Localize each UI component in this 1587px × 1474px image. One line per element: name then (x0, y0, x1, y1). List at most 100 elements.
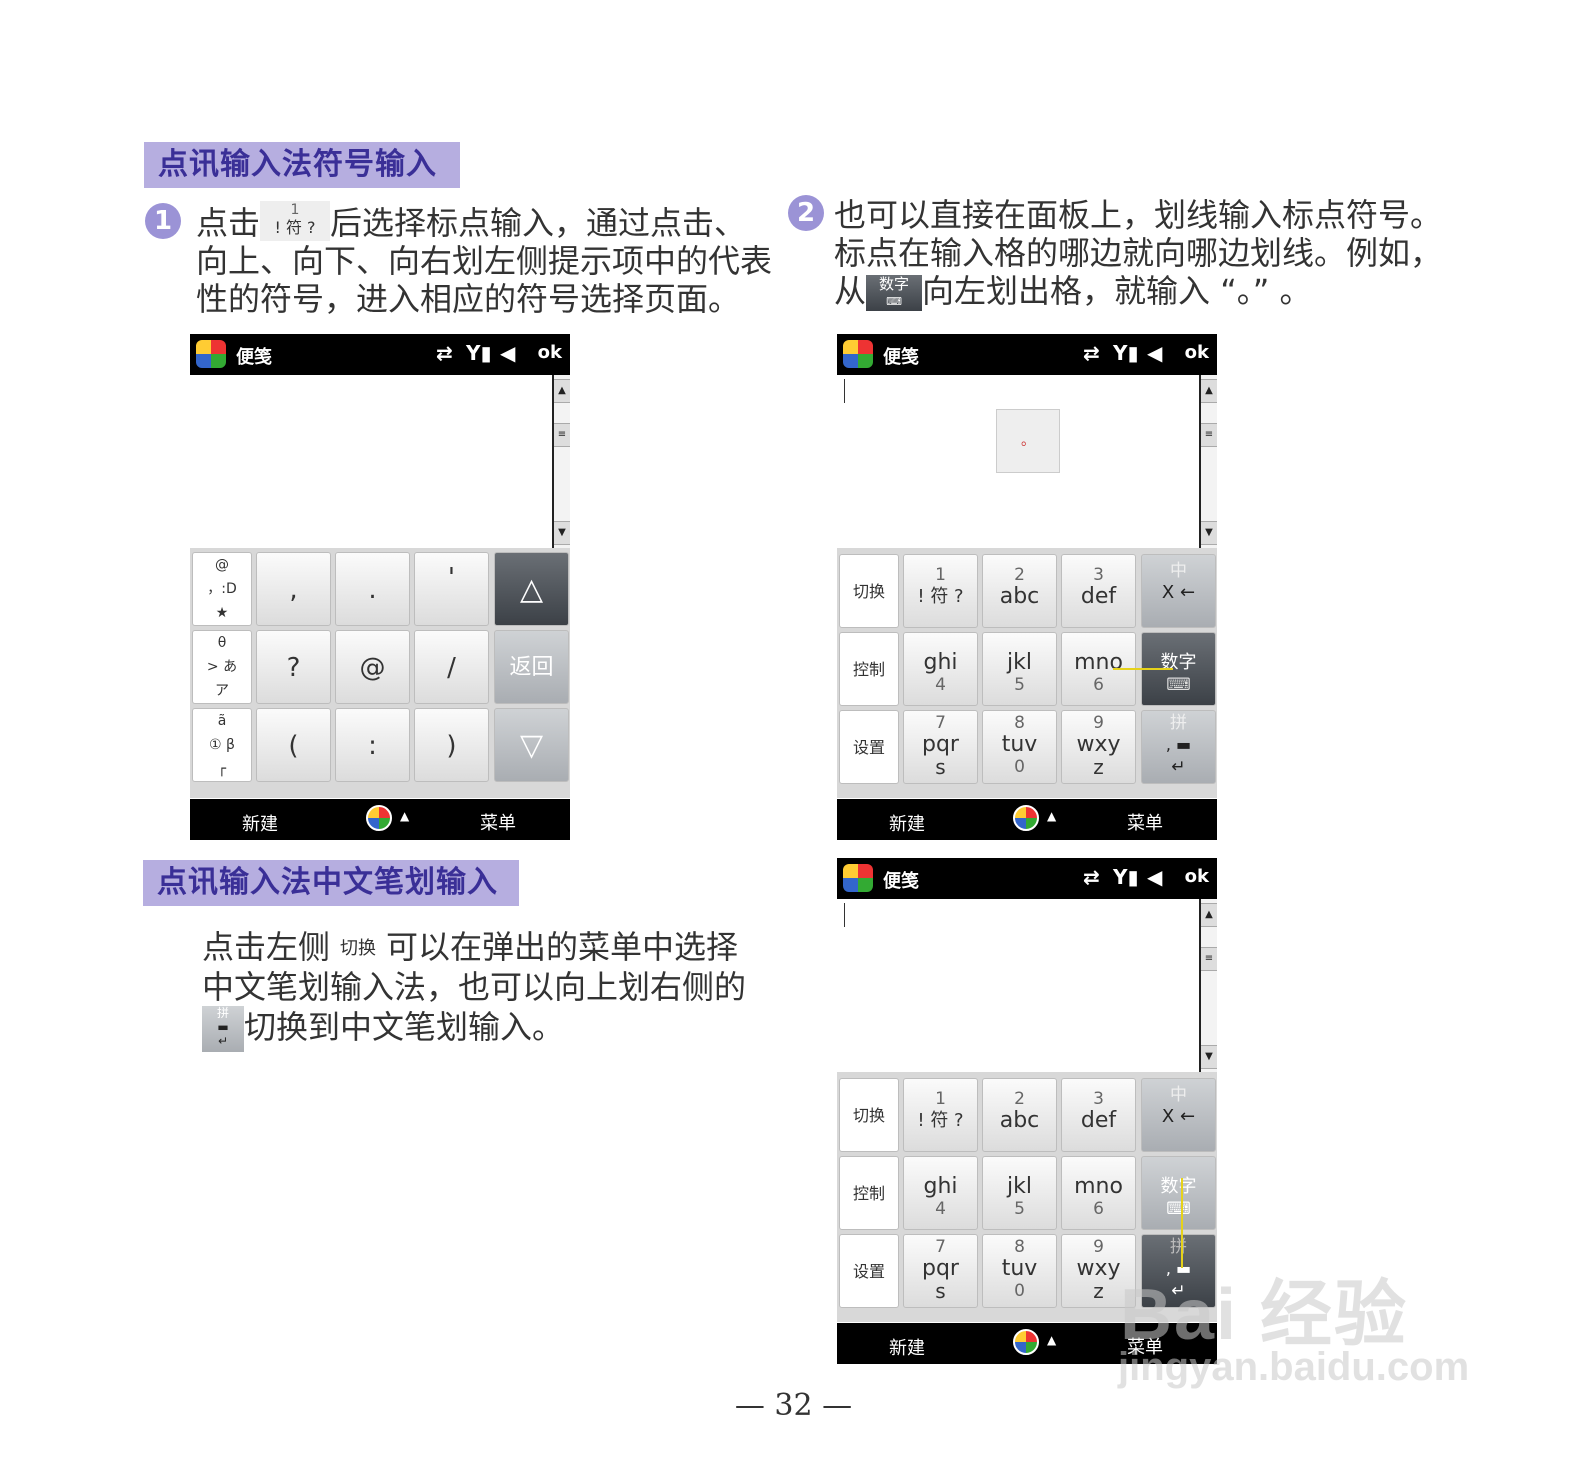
step-2-line3-post: 向左划出格，就输入 “。” 。 (922, 272, 1312, 310)
new-softkey[interactable]: 新建 (889, 1334, 925, 1360)
scroll-thumb[interactable]: ≡ (1201, 947, 1217, 971)
backspace-key[interactable]: 中X ← (1141, 1078, 1216, 1152)
section-2-line3: 切换到中文笔划输入。 (244, 1008, 565, 1046)
speaker-icon[interactable]: ◀︎ (1147, 341, 1162, 365)
windows-start-icon[interactable] (843, 864, 873, 892)
scroll-up-icon[interactable]: ▲ (554, 379, 570, 403)
sync-icon: ⇄ (1083, 865, 1100, 889)
key-1[interactable]: 1! 符 ? (903, 1078, 978, 1152)
title-bar: 便笺 ⇄ Y▮ ◀︎ ok (837, 858, 1217, 899)
menu-softkey[interactable]: 菜单 (1127, 809, 1163, 835)
symbol-key[interactable]: : (335, 708, 410, 782)
key-7[interactable]: 7 pqr s (903, 710, 978, 784)
scroll-thumb[interactable]: ≡ (554, 423, 570, 447)
key-8[interactable]: 8 tuv 0 (982, 710, 1057, 784)
symbol-key[interactable]: , (256, 552, 331, 626)
input-method-icon[interactable] (366, 805, 392, 831)
scroll-up-icon[interactable]: ▲ (1201, 379, 1217, 403)
hint-key-2[interactable]: θ > あア (192, 630, 252, 704)
baidu-watermark-url: jingyan.baidu.com (1118, 1345, 1470, 1389)
symbol-key[interactable]: ( (256, 708, 331, 782)
symbol-keyboard: @ ，:D ★ θ > あア ã① β ┌ , . ' ? @ / ( : ) △ 返回… (190, 548, 570, 798)
page-number: — 32 — (734, 1388, 853, 1423)
key-3[interactable]: 3 def (1061, 1078, 1136, 1152)
hint-key-1[interactable]: @ ，:D ★ (192, 552, 252, 626)
step-1-text: 点击 1! 符 ? 后选择标点输入，通过点击、 向上、向下、向右划左侧提示项中的代表… (196, 201, 776, 318)
scroll-thumb[interactable]: ≡ (1201, 423, 1217, 447)
symbol-key[interactable]: / (414, 630, 489, 704)
symbol-key[interactable]: ? (256, 630, 331, 704)
number-mode-key[interactable]: 数字 ⌨ (1141, 1156, 1216, 1230)
caret-up-icon[interactable]: ▲ (400, 809, 409, 823)
t9-keyboard: 切换 控制 设置 1! 符 ? 2 abc 3 def ghi 4 jkl 5 mno 6… (837, 548, 1217, 798)
section-2-line2: 中文笔划输入法，也可以向上划右侧的 (202, 968, 747, 1006)
settings-button[interactable]: 设置 (839, 1234, 899, 1308)
title-bar: 便笺 ⇄ Y▮ ◀︎ ok (190, 334, 570, 375)
hint-key-3[interactable]: ã① β ┌ (192, 708, 252, 782)
page-up-button[interactable]: △ (494, 552, 569, 626)
windows-start-icon[interactable] (843, 340, 873, 368)
symbol-key[interactable]: . (335, 552, 410, 626)
ok-button[interactable]: ok (1185, 342, 1209, 363)
scrollbar[interactable]: ▲ ≡ ▼ (1199, 899, 1217, 1072)
key-6[interactable]: mno 6 (1061, 1156, 1136, 1230)
page-down-button[interactable]: ▽ (494, 708, 569, 782)
new-softkey[interactable]: 新建 (242, 810, 278, 836)
signal-icon: Y▮ (466, 341, 492, 365)
key-4[interactable]: ghi 4 (903, 1156, 978, 1230)
step-2-line1: 也可以直接在面板上，划线输入标点符号。 (834, 196, 1443, 234)
phone-screenshot-swipe-left: 便笺 ⇄ Y▮ ◀︎ ok 。 ▲ ≡ ▼ 切换 控制 设置 1! 符 ? 2a… (837, 334, 1217, 840)
key-5[interactable]: jkl 5 (982, 1156, 1057, 1230)
control-button[interactable]: 控制 (839, 1156, 899, 1230)
control-button[interactable]: 控制 (839, 632, 899, 706)
step-1-line2: 向上、向下、向右划左侧提示项中的代表 (196, 242, 773, 280)
speaker-icon[interactable]: ◀︎ (500, 341, 515, 365)
settings-button[interactable]: 设置 (839, 710, 899, 784)
windows-start-icon[interactable] (196, 340, 226, 368)
speaker-icon[interactable]: ◀︎ (1147, 865, 1162, 889)
app-title: 便笺 (883, 871, 919, 892)
new-softkey[interactable]: 新建 (889, 810, 925, 836)
backspace-key[interactable]: 中X ← (1141, 554, 1216, 628)
soft-key-bar: 新建 ▲ 菜单 (837, 799, 1217, 840)
scroll-down-icon[interactable]: ▼ (1201, 1045, 1217, 1069)
key-7[interactable]: 7 pqr s (903, 1234, 978, 1308)
scrollbar[interactable]: ▲ ≡ ▼ (1199, 375, 1217, 548)
ok-button[interactable]: ok (1185, 866, 1209, 887)
symbol-key[interactable]: @ (335, 630, 410, 704)
punctuation-popup: 。 (996, 409, 1060, 473)
signal-icon: Y▮ (1113, 865, 1139, 889)
caret-up-icon[interactable]: ▲ (1047, 1333, 1056, 1347)
text-cursor (844, 903, 845, 927)
ok-button[interactable]: ok (538, 342, 562, 363)
back-button[interactable]: 返回 (494, 630, 569, 704)
input-method-icon[interactable] (1013, 1329, 1039, 1355)
key-4[interactable]: ghi 4 (903, 632, 978, 706)
key-8[interactable]: 8 tuv 0 (982, 1234, 1057, 1308)
scrollbar[interactable]: ▲ ≡ ▼ (552, 375, 570, 548)
switch-button[interactable]: 切换 (839, 1078, 899, 1152)
sync-icon: ⇄ (436, 341, 453, 365)
key-1[interactable]: 1! 符 ? (903, 554, 978, 628)
key-5[interactable]: jkl 5 (982, 632, 1057, 706)
scroll-down-icon[interactable]: ▼ (554, 521, 570, 545)
key-2[interactable]: 2 abc (982, 1078, 1057, 1152)
key-3[interactable]: 3 def (1061, 554, 1136, 628)
soft-key-bar: 新建 ▲ 菜单 (190, 799, 570, 840)
section-2-line1-post: 可以在弹出的菜单中选择 (386, 928, 739, 966)
switch-button[interactable]: 切换 (839, 554, 899, 628)
symbol-key-icon: 1! 符 ? (260, 201, 331, 241)
scroll-down-icon[interactable]: ▼ (1201, 521, 1217, 545)
key-2[interactable]: 2 abc (982, 554, 1057, 628)
caret-up-icon[interactable]: ▲ (1047, 809, 1056, 823)
key-9[interactable]: 9 wxy z (1061, 710, 1136, 784)
pinyin-key[interactable]: 拼, ▬ ↵ (1141, 710, 1216, 784)
switch-key-icon: 切换 (340, 938, 377, 959)
menu-softkey[interactable]: 菜单 (480, 809, 516, 835)
input-method-icon[interactable] (1013, 805, 1039, 831)
symbol-key[interactable]: ) (414, 708, 489, 782)
swipe-stroke-left (1113, 668, 1173, 670)
symbol-key[interactable]: ' (414, 552, 489, 626)
scroll-up-icon[interactable]: ▲ (1201, 903, 1217, 927)
step-1-line3: 性的符号，进入相应的符号选择页面。 (196, 280, 741, 318)
